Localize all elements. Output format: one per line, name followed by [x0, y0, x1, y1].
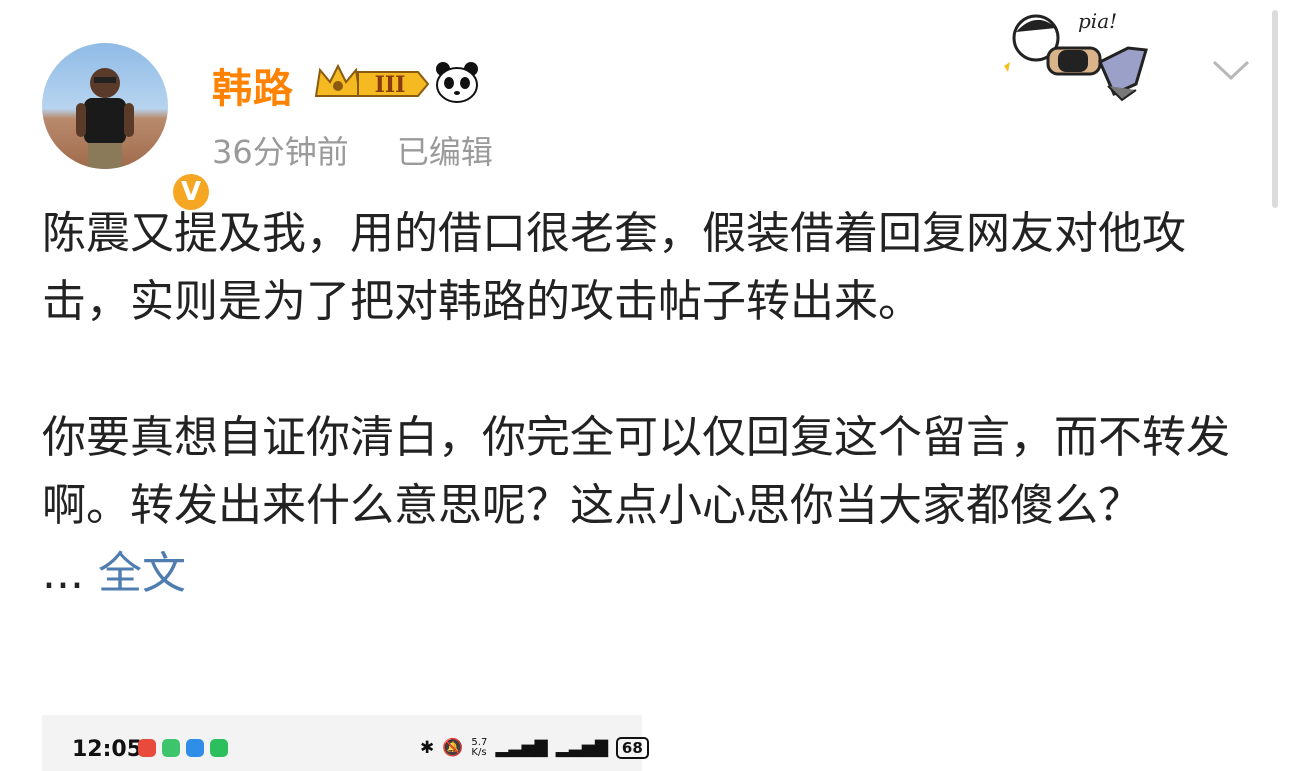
embedded-status-time: 12:05 [72, 737, 143, 762]
more-line: ... 全文 [42, 540, 1232, 608]
panda-icon [434, 60, 480, 108]
embedded-screenshot[interactable]: 12:05 ✱ 🔕 5.7 K/s ▂▃▅▇ ▂▃▅▇ 68 [42, 715, 649, 771]
embedded-status-icons: ✱ 🔕 5.7 K/s ▂▃▅▇ ▂▃▅▇ 68 [420, 737, 649, 759]
network-speed: 5.7 K/s [471, 738, 487, 758]
signal-icon: ▂▃▅▇ [555, 738, 608, 758]
full-text-link[interactable]: 全文 [98, 548, 186, 599]
ellipsis: ... [42, 548, 84, 599]
vip-level-text: III [375, 72, 406, 98]
post-paragraph-2: 你要真想自证你清白，你完全可以仅回复这个留言，而不转发啊。转发出来什么意思呢？这… [42, 412, 1230, 531]
post-meta: 36分钟前 已编辑 [212, 127, 531, 173]
avatar-person-icon [76, 68, 134, 169]
app-notification-icon [162, 739, 180, 757]
chevron-down-icon[interactable] [1212, 58, 1250, 86]
post-content: 陈震又提及我，用的借口很老套，假装借着回复网友对他攻击，实则是为了把对韩路的攻击… [42, 200, 1232, 608]
vip-crown-icon[interactable]: III [314, 62, 432, 106]
avatar[interactable] [42, 43, 168, 169]
scrollbar[interactable] [1272, 10, 1278, 208]
mute-icon: 🔕 [442, 738, 464, 758]
username[interactable]: 韩路 [212, 56, 294, 114]
avatar-wrapper[interactable]: V [42, 43, 212, 213]
sticker-text: pia! [1078, 9, 1117, 33]
post-time: 36分钟前 [212, 133, 349, 171]
speed-unit: K/s [471, 747, 487, 758]
edited-label[interactable]: 已编辑 [397, 133, 493, 171]
pia-sticker-icon: pia! [996, 4, 1166, 108]
battery-indicator: 68 [615, 737, 649, 759]
bluetooth-icon: ✱ [420, 738, 435, 758]
signal-icon: ▂▃▅▇ [495, 738, 548, 758]
app-notification-icon [186, 739, 204, 757]
embedded-app-icons [138, 739, 228, 757]
app-notification-icon [210, 739, 228, 757]
post-paragraph-1: 陈震又提及我，用的借口很老套，假装借着回复网友对他攻击，实则是为了把对韩路的攻击… [42, 208, 1186, 327]
app-notification-icon [138, 739, 156, 757]
